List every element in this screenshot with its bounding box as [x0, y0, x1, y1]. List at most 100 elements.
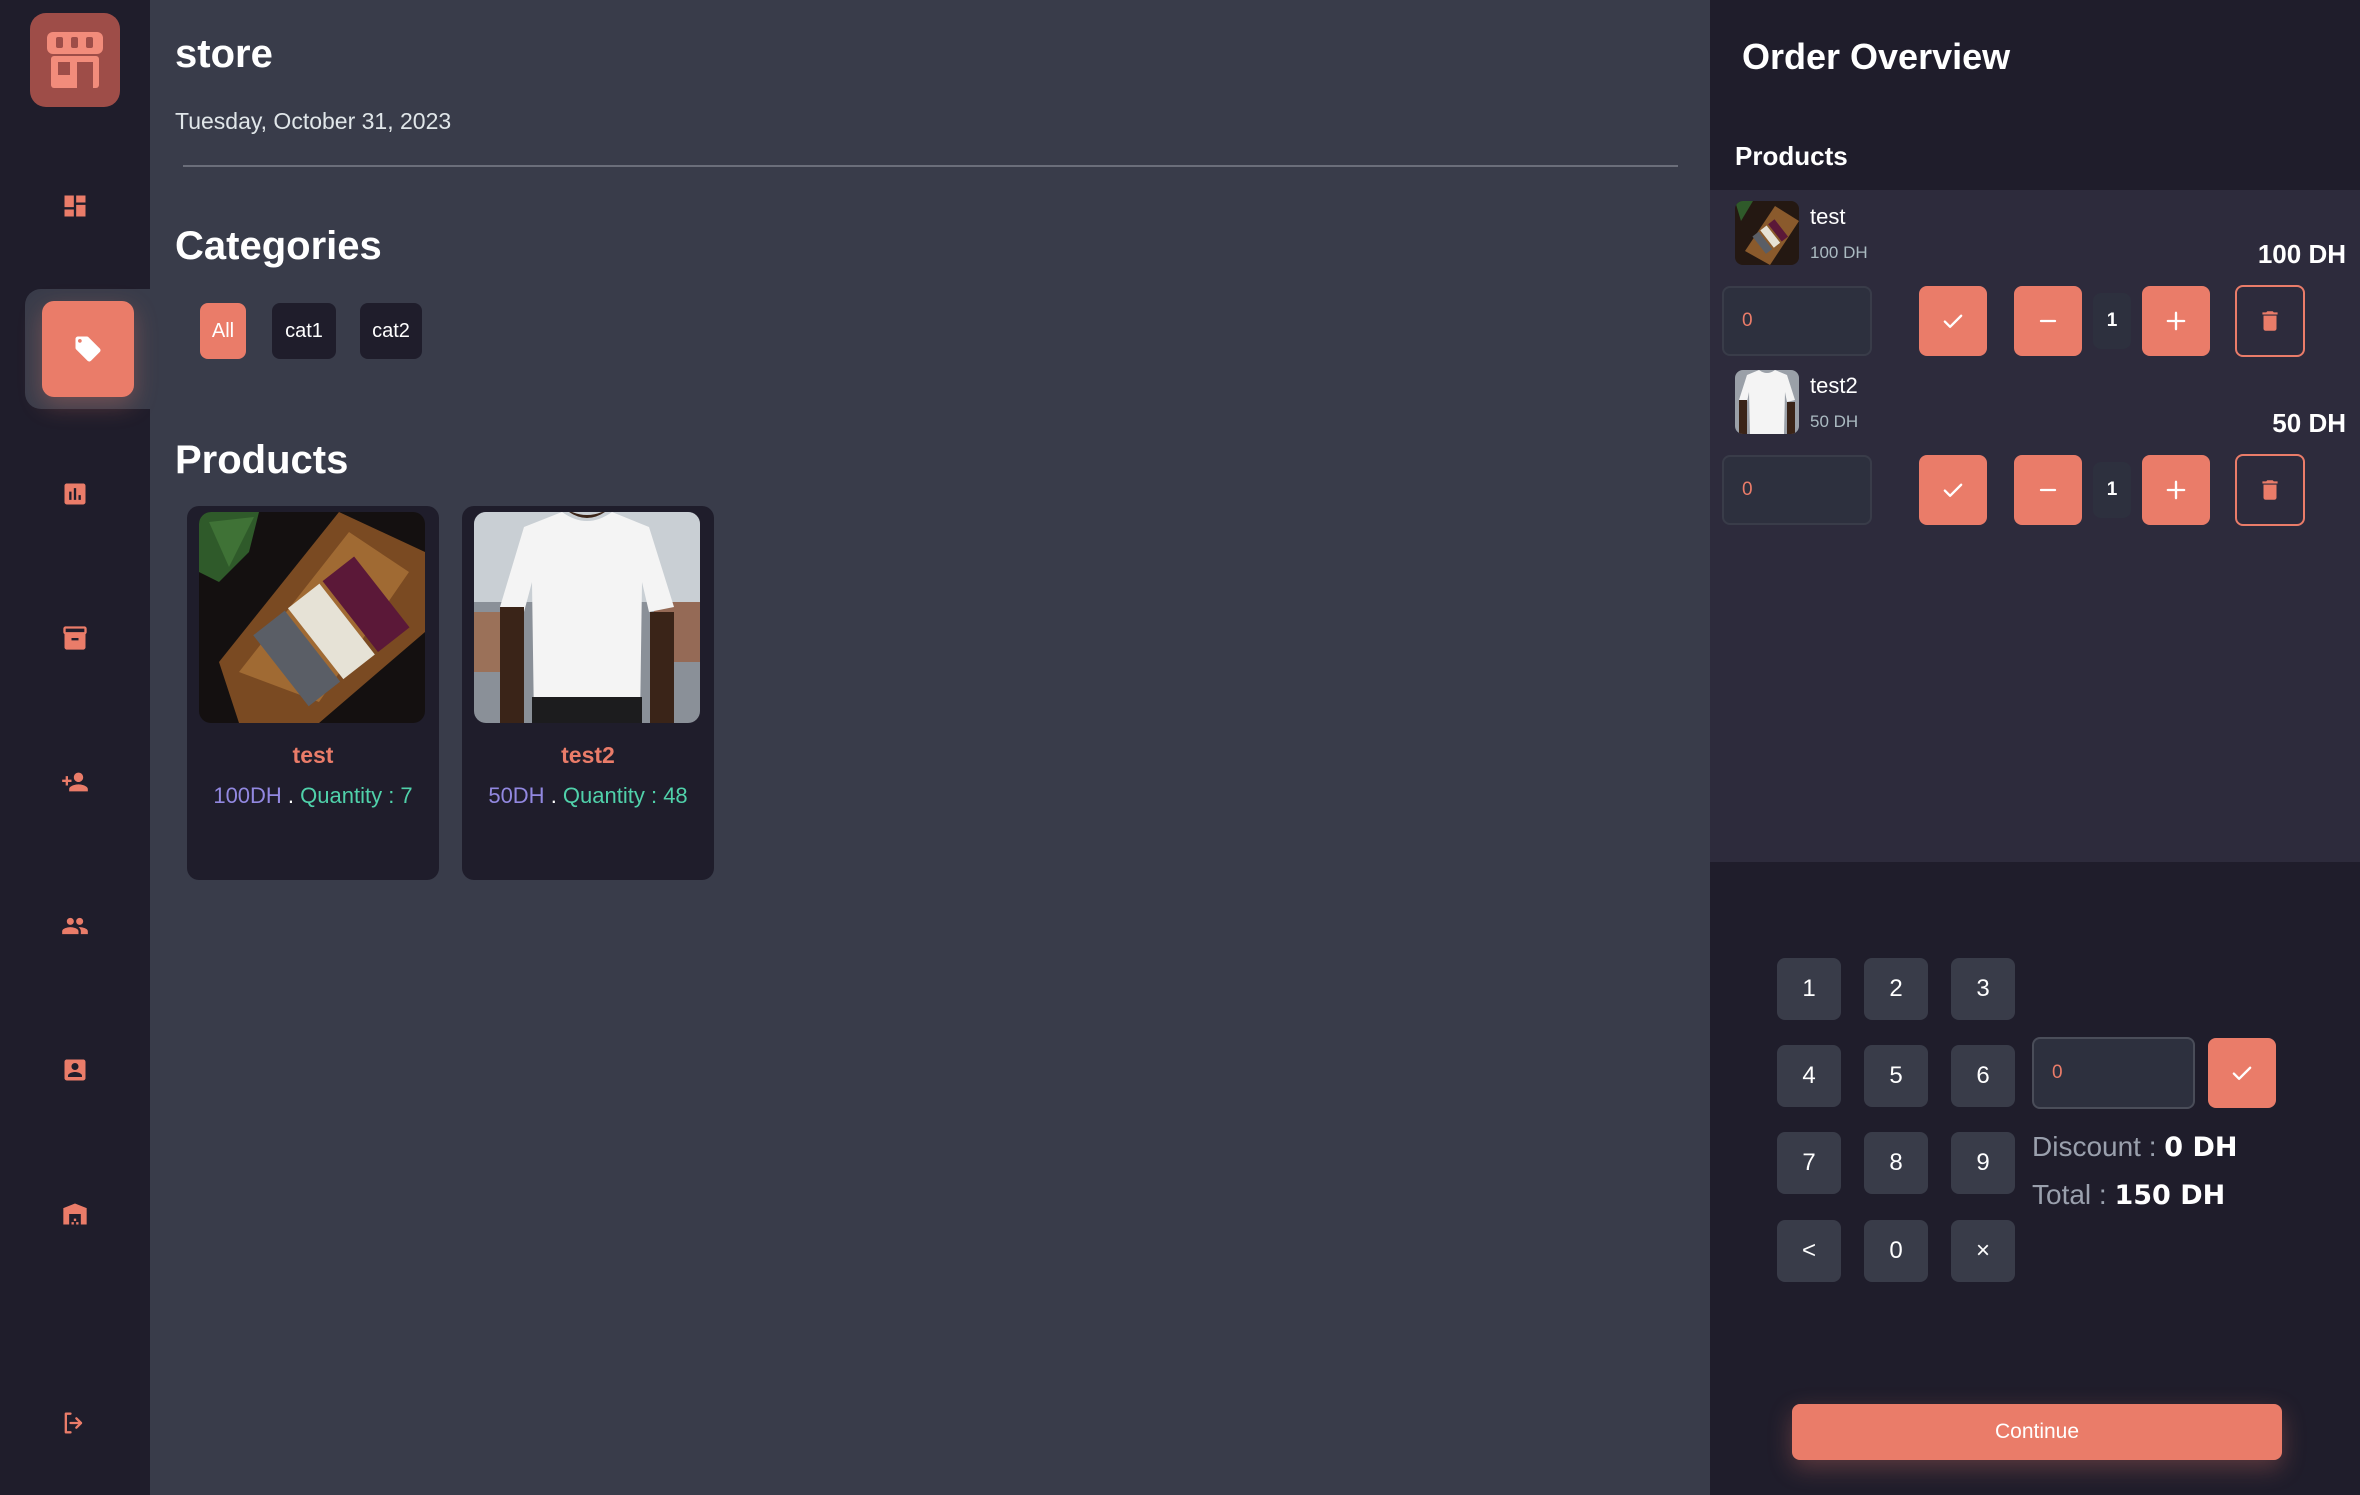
tag-icon	[75, 336, 100, 362]
store-logo[interactable]	[30, 13, 120, 107]
active-pill	[41, 301, 134, 397]
product-price: 50DH	[488, 783, 545, 808]
order-line-thumbnail	[1735, 201, 1799, 265]
category-cat1[interactable]: cat1	[272, 303, 336, 359]
keypad-key-2[interactable]: 2	[1864, 958, 1928, 1020]
keypad-key-5[interactable]: 5	[1864, 1045, 1928, 1107]
chart-icon	[64, 483, 86, 505]
sidebar-item-reports[interactable]	[0, 446, 150, 542]
plus-icon	[2166, 480, 2186, 500]
increase-qty-button[interactable]	[2142, 455, 2210, 525]
order-title: Order Overview	[1742, 36, 2011, 77]
add-user-icon	[62, 772, 88, 792]
order-header: Order Overview Products	[1710, 0, 2360, 190]
product-text-test: test 100DH . Quantity : 7	[187, 0, 439, 808]
products-title: Products	[175, 438, 349, 482]
order-line-note-input[interactable]	[1722, 455, 1872, 525]
sidebar-item-contacts[interactable]	[0, 1022, 150, 1118]
product-image-shirts	[199, 512, 425, 723]
trash-icon	[2262, 311, 2278, 331]
category-cat2[interactable]: cat2	[360, 303, 422, 359]
sidebar-item-customers[interactable]	[0, 878, 150, 974]
discount-value: 0 DH	[2164, 1132, 2238, 1163]
keypad-key-6[interactable]: 6	[1951, 1045, 2015, 1107]
keypad-key-7[interactable]: 7	[1777, 1132, 1841, 1194]
order-line-note-input[interactable]	[1722, 286, 1872, 356]
order-line-qty: 1	[2093, 293, 2131, 349]
keypad-key-1[interactable]: 1	[1777, 958, 1841, 1020]
product-quantity: Quantity : 7	[300, 783, 413, 808]
product-meta: 50DH . Quantity : 48	[462, 783, 714, 809]
product-card-test2[interactable]	[462, 506, 714, 880]
discount-input[interactable]	[2032, 1037, 2195, 1109]
order-line-name: test	[1810, 204, 1846, 229]
check-icon	[2232, 1066, 2252, 1080]
warehouse-icon	[63, 1203, 87, 1225]
meta-separator: .	[281, 783, 301, 808]
keypad-key-backspace[interactable]: <	[1777, 1220, 1841, 1282]
logout-icon	[64, 1412, 83, 1434]
product-name: test2	[561, 742, 615, 768]
order-line-qty: 1	[2093, 462, 2131, 518]
delete-line-button[interactable]	[2235, 454, 2305, 526]
category-all[interactable]: All	[200, 303, 246, 359]
product-meta: 100DH . Quantity : 7	[187, 783, 439, 809]
sidebar-item-inventory[interactable]	[0, 590, 150, 686]
sidebar-item-add-user[interactable]	[0, 734, 150, 830]
divider	[183, 165, 1678, 167]
discount-summary: Discount : 0 DH	[2032, 1131, 2237, 1163]
check-icon	[1943, 314, 1963, 328]
product-text-test2: test2 50DH . Quantity : 48	[462, 0, 714, 808]
order-line-unit-price: 50 DH	[1810, 412, 1859, 431]
page-title: store	[175, 32, 273, 76]
order-line-total: 50 DH	[2272, 408, 2346, 438]
discount-label: Discount :	[2032, 1131, 2165, 1162]
keypad-key-9[interactable]: 9	[1951, 1132, 2015, 1194]
current-date: Tuesday, October 31, 2023	[175, 108, 452, 134]
product-quantity: Quantity : 48	[562, 783, 688, 808]
product-card-test[interactable]	[187, 506, 439, 880]
product-price: 100DH	[213, 783, 282, 808]
confirm-note-button[interactable]	[1919, 455, 1987, 525]
sidebar-item-products[interactable]	[25, 289, 150, 409]
dashboard-icon	[64, 195, 86, 217]
minus-icon	[2039, 488, 2057, 492]
storefront-icon	[47, 32, 103, 88]
keypad-key-4[interactable]: 4	[1777, 1045, 1841, 1107]
apply-discount-button[interactable]	[2208, 1038, 2276, 1108]
product-name: test	[292, 742, 334, 768]
decrease-qty-button[interactable]	[2014, 455, 2082, 525]
keypad-key-clear[interactable]: ×	[1951, 1220, 2015, 1282]
sidebar	[0, 0, 150, 1495]
order-line-total: 100 DH	[2257, 239, 2346, 269]
contact-icon	[64, 1059, 86, 1081]
total-summary: Total : 150 DH	[2032, 1179, 2225, 1211]
keypad-key-8[interactable]: 8	[1864, 1132, 1928, 1194]
group-icon	[62, 917, 88, 935]
keypad-key-0[interactable]: 0	[1864, 1220, 1928, 1282]
total-value: 150 DH	[2114, 1180, 2226, 1211]
plus-icon	[2166, 311, 2186, 331]
logout-button[interactable]	[0, 1375, 150, 1471]
archive-icon	[63, 626, 87, 650]
delete-line-button[interactable]	[2235, 285, 2305, 357]
confirm-note-button[interactable]	[1919, 286, 1987, 356]
total-label: Total :	[2032, 1179, 2115, 1210]
main-content: store Tuesday, October 31, 2023 Categori…	[150, 0, 1710, 1495]
order-line-name: test2	[1810, 373, 1858, 398]
order-products-label: Products	[1735, 141, 1848, 171]
check-icon	[1943, 483, 1963, 497]
meta-separator: .	[544, 783, 563, 808]
increase-qty-button[interactable]	[2142, 286, 2210, 356]
sidebar-item-dashboard[interactable]	[0, 158, 150, 254]
product-image-tshirt	[474, 512, 700, 723]
decrease-qty-button[interactable]	[2014, 286, 2082, 356]
categories-title: Categories	[175, 224, 382, 268]
order-panel: Order Overview Products test 100 DH 100 …	[1710, 0, 2360, 1495]
sidebar-item-warehouse[interactable]	[0, 1166, 150, 1262]
trash-icon	[2262, 480, 2278, 500]
order-line-unit-price: 100 DH	[1810, 243, 1868, 262]
minus-icon	[2039, 319, 2057, 323]
continue-button[interactable]: Continue	[1792, 1404, 2282, 1460]
keypad-key-3[interactable]: 3	[1951, 958, 2015, 1020]
